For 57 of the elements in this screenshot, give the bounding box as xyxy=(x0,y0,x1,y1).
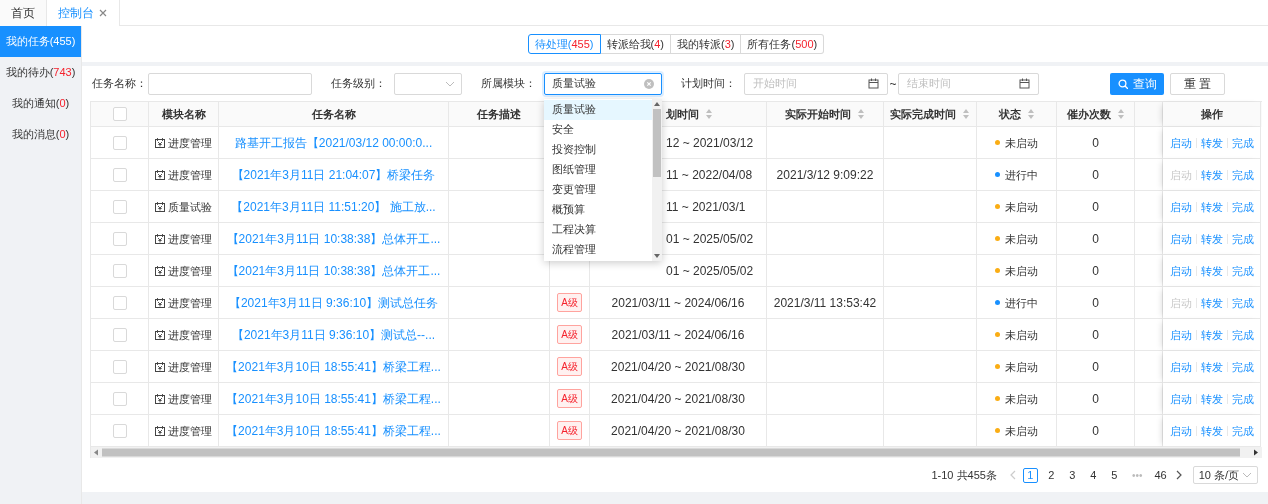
level-badge: A级 xyxy=(557,325,582,345)
table-cell-text: 0 xyxy=(1092,295,1099,312)
table-cell-text: 进度管理 xyxy=(168,135,212,151)
status-text: 未启动 xyxy=(1005,423,1038,439)
status-text: 未启动 xyxy=(1005,359,1038,375)
table-cell-text: 11 ~ 2021/03/1 xyxy=(666,199,746,216)
status-text: 未启动 xyxy=(1005,263,1038,279)
table-cell-text: 2021/04/20 ~ 2021/08/30 xyxy=(611,391,745,408)
table-cell-text: 0 xyxy=(1092,359,1099,376)
column-header: 任务名称 xyxy=(219,102,449,128)
status-text: 未启动 xyxy=(1005,231,1038,247)
status-text: 未启动 xyxy=(1005,199,1038,215)
level-badge: A级 xyxy=(557,421,582,441)
table-cell-text: 进度管理 xyxy=(168,327,212,343)
range-separator: ~ xyxy=(888,75,898,93)
field-label: 任务级别： xyxy=(330,76,387,92)
field-label: 任务名称： xyxy=(91,76,148,92)
field-label: 所属模块： xyxy=(480,76,537,92)
level-badge: A级 xyxy=(557,293,582,313)
table-cell-text: 0 xyxy=(1092,391,1099,408)
pagination-ellipsis: ••• xyxy=(1130,468,1144,483)
table-cell-text: 01 ~ 2025/05/02 xyxy=(666,231,754,248)
table-cell-text: 进度管理 xyxy=(168,231,212,247)
table-cell-text: 质量试验 xyxy=(168,199,212,215)
table-cell-text: 0 xyxy=(1092,327,1099,344)
table-cell-text: 进度管理 xyxy=(168,391,212,407)
status-text: 未启动 xyxy=(1005,327,1038,343)
column-header: 操作 xyxy=(1163,102,1261,128)
table-cell-text: 0 xyxy=(1092,263,1099,280)
table-cell-text: 2021/3/12 9:09:22 xyxy=(776,167,874,184)
table-cell-text: 2021/04/20 ~ 2021/08/30 xyxy=(611,359,745,376)
status-text: 未启动 xyxy=(1005,391,1038,407)
table-cell-text: 12 ~ 2021/03/12 xyxy=(666,135,754,152)
status-text: 进行中 xyxy=(1005,295,1038,311)
table-cell-text: 进度管理 xyxy=(168,263,212,279)
pagination-summary: 1-10 共455条 xyxy=(931,468,997,483)
table-cell-text: 2021/03/11 ~ 2024/06/16 xyxy=(611,295,745,312)
table-cell-text: 2021/03/11 ~ 2024/06/16 xyxy=(611,327,745,344)
table-cell-text: 进度管理 xyxy=(168,359,212,375)
table-cell-text: 进度管理 xyxy=(168,423,212,439)
table-cell-text: 进度管理 xyxy=(168,167,212,183)
status-text: 未启动 xyxy=(1005,135,1038,151)
table-cell-text: 11 ~ 2022/04/08 xyxy=(666,167,753,184)
table-cell-text: 进度管理 xyxy=(168,295,212,311)
level-badge: A级 xyxy=(557,357,582,377)
level-badge: A级 xyxy=(557,389,582,409)
table-cell-text: 0 xyxy=(1092,199,1099,216)
status-text: 进行中 xyxy=(1005,167,1038,183)
column-header: 模块名称 xyxy=(149,102,219,128)
table-cell-text: 01 ~ 2025/05/02 xyxy=(666,263,754,280)
table-cell-text: 0 xyxy=(1092,135,1099,152)
table-cell-text: 0 xyxy=(1092,423,1099,440)
field-label: 计划时间： xyxy=(680,76,737,92)
table-cell-text: 0 xyxy=(1092,231,1099,248)
table-cell-text: 2021/04/20 ~ 2021/08/30 xyxy=(611,423,745,440)
table-cell-text: 2021/3/11 13:53:42 xyxy=(773,295,877,312)
table-cell-text: 0 xyxy=(1092,167,1099,184)
